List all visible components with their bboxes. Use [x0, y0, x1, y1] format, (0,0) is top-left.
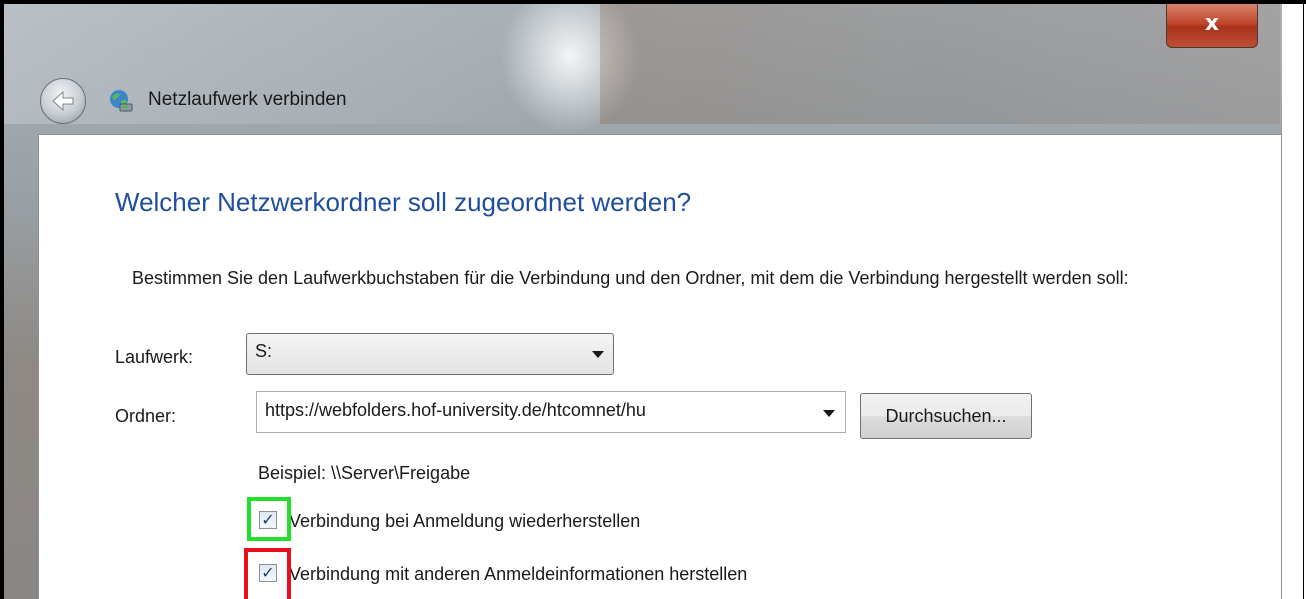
green-highlight-box — [247, 497, 291, 541]
folder-label: Ordner: — [115, 406, 177, 426]
different-credentials-label[interactable]: Verbindung mit anderen Anmeldeinformatio… — [289, 562, 747, 586]
back-button[interactable] — [40, 78, 86, 124]
folder-input[interactable]: https://webfolders.hof-university.de/htc… — [256, 391, 846, 433]
example-text: Beispiel: \\Server\Freigabe — [258, 463, 471, 483]
reconnect-at-signin-label[interactable]: Verbindung bei Anmeldung wiederherstelle… — [289, 509, 640, 533]
network-drive-icon — [110, 90, 133, 112]
page-heading: Welcher Netzwerkordner soll zugeordnet w… — [115, 187, 692, 217]
window-title: Netzlaufwerk verbinden — [148, 89, 347, 110]
browse-button[interactable]: Durchsuchen... — [860, 393, 1032, 439]
chevron-down-icon[interactable] — [823, 410, 835, 417]
back-arrow-icon — [52, 90, 74, 112]
drive-label: Laufwerk: — [115, 347, 194, 367]
folder-input-value: https://webfolders.hof-university.de/htc… — [265, 400, 646, 420]
instruction-text: Bestimmen Sie den Laufwerkbuchstaben für… — [132, 268, 1129, 288]
close-icon: x — [1204, 11, 1220, 36]
red-highlight-box — [244, 548, 291, 599]
drive-select-value: S: — [255, 341, 273, 361]
screenshot-border-right — [1303, 0, 1304, 599]
drive-select[interactable]: S: — [246, 333, 614, 375]
close-button[interactable]: x — [1166, 4, 1258, 48]
chevron-down-icon — [592, 351, 604, 358]
